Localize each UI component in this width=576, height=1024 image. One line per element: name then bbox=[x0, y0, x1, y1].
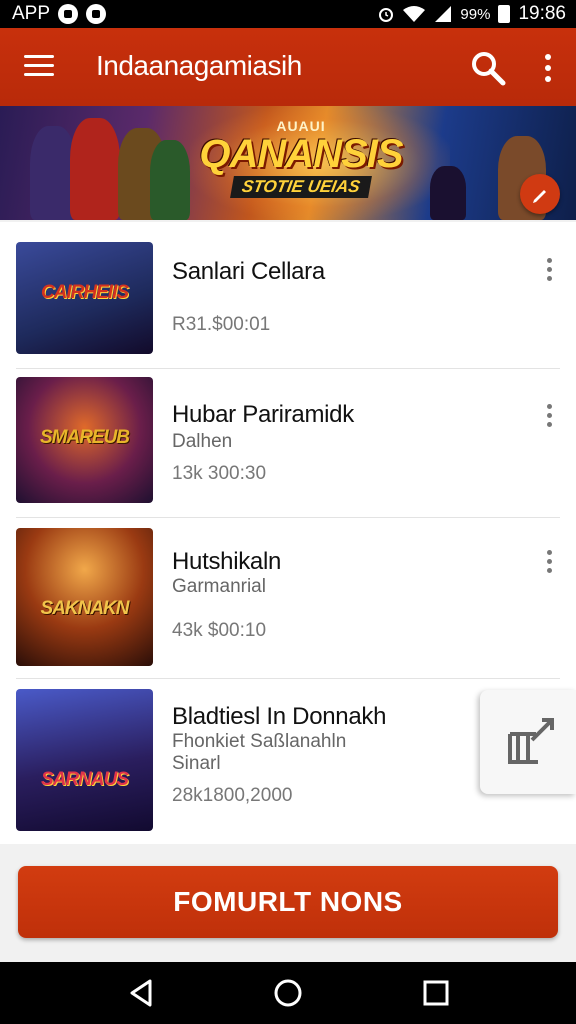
status-app-label: APP bbox=[12, 3, 51, 24]
item-overflow-icon[interactable] bbox=[542, 548, 558, 576]
item-overflow-icon[interactable] bbox=[542, 256, 558, 284]
battery-text: 99% bbox=[460, 5, 491, 23]
item-subtitle: Garmanrial bbox=[172, 576, 266, 597]
banner-subtitle: STOTIE UEIAS bbox=[230, 176, 372, 198]
status-time: 19:86 bbox=[518, 3, 566, 24]
app-title: Indaanagamiasih bbox=[96, 50, 302, 81]
item-subtitle-secondary: Sinarl bbox=[172, 753, 221, 774]
game-thumbnail: CAIRHEIIS bbox=[16, 242, 153, 354]
thumbnail-text: CAIRHEIIS bbox=[40, 282, 129, 303]
thumbnail-text: SARNAUS bbox=[41, 769, 129, 790]
share-icon bbox=[508, 718, 554, 764]
banner-logo: AUAUI QANANSIS STOTIE UEIAS bbox=[196, 118, 406, 198]
alarm-icon bbox=[379, 8, 394, 22]
back-icon[interactable] bbox=[126, 977, 158, 1009]
recents-icon[interactable] bbox=[420, 977, 452, 1009]
app-bar: Indaanagamiasih bbox=[0, 28, 576, 106]
home-icon[interactable] bbox=[272, 977, 304, 1009]
item-subtitle: Fhonkiet Saßlanahln bbox=[172, 731, 347, 752]
share-button[interactable] bbox=[480, 690, 576, 794]
edit-icon bbox=[533, 190, 546, 203]
item-meta: 43k $00:10 bbox=[172, 620, 267, 641]
banner-character bbox=[150, 140, 190, 220]
item-title: Hubar Pariramidk bbox=[172, 401, 354, 428]
notification-icon bbox=[86, 4, 107, 24]
item-title: Sanlari Cellara bbox=[172, 258, 325, 285]
list-item[interactable]: CAIRHEIIS Sanlari Cellara R31.$00:01 bbox=[0, 222, 576, 368]
item-meta: 13k 300:30 bbox=[172, 463, 267, 484]
item-title: Hutshikaln bbox=[172, 548, 282, 575]
game-thumbnail: SAKNAKN bbox=[16, 528, 153, 666]
notification-icon bbox=[58, 4, 79, 24]
system-navigation-bar bbox=[0, 962, 576, 1024]
item-meta: R31.$00:01 bbox=[172, 314, 271, 335]
game-thumbnail: SMAREUB bbox=[16, 377, 153, 503]
thumbnail-text: SMAREUB bbox=[39, 427, 130, 448]
item-meta: 28k1800,2000 bbox=[172, 785, 293, 806]
featured-banner[interactable]: AUAUI QANANSIS STOTIE UEIAS bbox=[0, 106, 576, 220]
banner-character bbox=[70, 118, 120, 220]
status-bar: APP 99% 19:86 bbox=[0, 0, 576, 28]
game-thumbnail: SARNAUS bbox=[16, 689, 153, 831]
thumbnail-text: SAKNAKN bbox=[40, 598, 130, 619]
banner-title: QANANSIS bbox=[199, 132, 403, 176]
list-item[interactable]: SMAREUB Hubar Pariramidk Dalhen 13k 300:… bbox=[0, 369, 576, 517]
signal-icon bbox=[435, 6, 452, 22]
edit-button[interactable] bbox=[520, 174, 560, 214]
item-title: Bladtiesl In Donnakh bbox=[172, 703, 387, 730]
wifi-icon bbox=[403, 6, 426, 22]
primary-action-button[interactable]: FOMURLT NONS bbox=[18, 866, 558, 938]
list-item[interactable]: SAKNAKN Hutshikaln Garmanrial 43k $00:10 bbox=[0, 518, 576, 678]
item-subtitle: Dalhen bbox=[172, 431, 233, 452]
search-icon[interactable] bbox=[470, 50, 506, 86]
item-overflow-icon[interactable] bbox=[542, 402, 558, 430]
menu-icon[interactable] bbox=[24, 53, 56, 79]
banner-character bbox=[430, 166, 466, 220]
battery-icon bbox=[498, 5, 511, 23]
overflow-menu-icon[interactable] bbox=[538, 52, 558, 84]
